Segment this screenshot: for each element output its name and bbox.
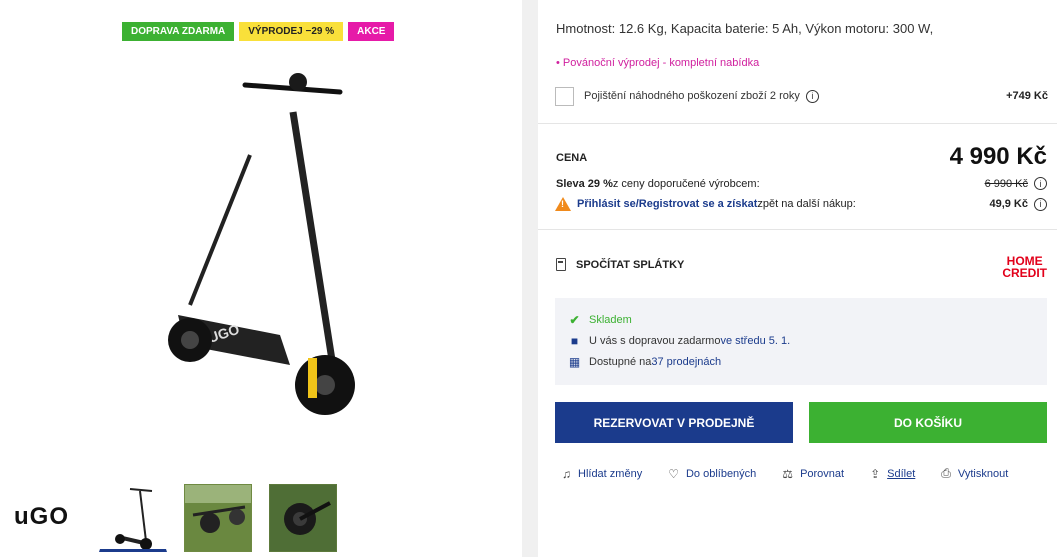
brand-logo[interactable]: uGO <box>14 503 69 531</box>
bell-icon: ♫ <box>562 466 571 481</box>
share-action[interactable]: ⇪ Sdílet <box>870 466 915 481</box>
product-info-panel: Hmotnost: 12.6 Kg, Kapacita baterie: 5 A… <box>538 0 1057 557</box>
badge-group: DOPRAVA ZDARMA VÝPRODEJ −29 % AKCE <box>122 22 395 41</box>
stores-link[interactable]: 37 prodejnách <box>651 356 721 368</box>
old-price: 6 990 Kč <box>984 177 1028 190</box>
installments-label: SPOČÍTAT SPLÁTKY <box>576 258 685 271</box>
watch-changes-action[interactable]: ♫ Hlídat změny <box>562 466 642 481</box>
thumbnail-3[interactable] <box>269 484 337 552</box>
thumbnail-2[interactable] <box>184 484 252 552</box>
thumbnail-1[interactable] <box>99 484 167 552</box>
favorite-action[interactable]: ♡ Do oblíbených <box>668 466 756 481</box>
heart-icon: ♡ <box>668 466 679 481</box>
reserve-in-store-button[interactable]: REZERVOVAT V PRODEJNĚ <box>555 402 793 443</box>
compare-action[interactable]: ⚖ Porovnat <box>782 466 844 481</box>
divider <box>538 229 1057 230</box>
discount-percent: Sleva 29 % <box>556 177 613 190</box>
info-icon[interactable]: i <box>1034 197 1047 211</box>
stores-row: ▦ Dostupné na 37 prodejnách <box>567 351 1035 372</box>
divider <box>538 123 1057 124</box>
delivery-text: U vás s dopravou zadarmo <box>589 334 721 347</box>
sale-badge: VÝPRODEJ −29 % <box>239 22 344 41</box>
homecredit-logo: HOME CREDIT <box>1002 254 1047 280</box>
product-gallery: DOPRAVA ZDARMA VÝPRODEJ −29 % AKCE UGO u… <box>0 0 522 557</box>
add-to-cart-button[interactable]: DO KOŠÍKU <box>809 402 1047 443</box>
insurance-checkbox[interactable] <box>555 86 574 106</box>
stock-status: Skladem <box>589 313 632 326</box>
delivery-row: ■ U vás s dopravou zadarmo ve středu 5. … <box>567 330 1035 351</box>
stores-text: Dostupné na <box>589 355 652 368</box>
availability-box: ✔ Skladem ■ U vás s dopravou zadarmo ve … <box>555 298 1047 385</box>
product-actions: ♫ Hlídat změny ♡ Do oblíbených ⚖ Porovna… <box>562 466 1034 481</box>
main-product-image[interactable]: UGO <box>150 60 370 440</box>
check-icon: ✔ <box>569 312 580 327</box>
thumbnail-strip <box>99 484 337 552</box>
info-icon[interactable]: i <box>805 89 819 103</box>
price-value: 4 990 Kč <box>949 143 1047 170</box>
cashback-value: 49,9 Kč <box>989 198 1028 210</box>
insurance-label: Pojištění náhodného poškození zboží 2 ro… <box>584 90 800 102</box>
warning-icon: ! <box>555 197 571 211</box>
register-link[interactable]: Registrovat se a získat <box>639 198 758 210</box>
info-icon[interactable]: i <box>1034 177 1047 190</box>
product-page: DOPRAVA ZDARMA VÝPRODEJ −29 % AKCE UGO u… <box>0 0 1057 557</box>
truck-icon: ■ <box>570 333 579 348</box>
print-action[interactable]: ⎙ Vytisknout <box>941 466 1008 481</box>
discount-text: z ceny doporučené výrobcem: <box>612 177 760 190</box>
promo-badge: AKCE <box>348 22 395 41</box>
store-icon: ▦ <box>568 354 581 369</box>
share-icon: ⇪ <box>870 466 881 481</box>
login-cashback-row: ! Přihlásit se / Registrovat se a získat… <box>555 197 1047 211</box>
product-specs: Hmotnost: 12.6 Kg, Kapacita baterie: 5 A… <box>556 21 934 36</box>
free-shipping-badge: DOPRAVA ZDARMA <box>122 22 235 41</box>
delivery-date[interactable]: ve středu 5. 1. <box>720 335 790 347</box>
calculator-icon <box>556 258 566 271</box>
login-link[interactable]: Přihlásit se <box>577 198 636 210</box>
installments-calculator[interactable]: SPOČÍTAT SPLÁTKY <box>556 258 684 271</box>
price-label: CENA <box>556 152 588 164</box>
stock-status-row: ✔ Skladem <box>567 309 1035 330</box>
printer-icon: ⎙ <box>941 466 951 480</box>
discount-row: Sleva 29 % z ceny doporučené výrobcem: 6… <box>556 177 1047 190</box>
cashback-text: zpět na další nákup: <box>757 198 856 210</box>
scale-icon: ⚖ <box>782 466 794 481</box>
insurance-price: +749 Kč <box>1006 90 1048 102</box>
insurance-option: Pojištění náhodného poškození zboží 2 ro… <box>555 86 1048 106</box>
promo-link[interactable]: • Povánoční výprodej - kompletní nabídka <box>556 57 759 69</box>
